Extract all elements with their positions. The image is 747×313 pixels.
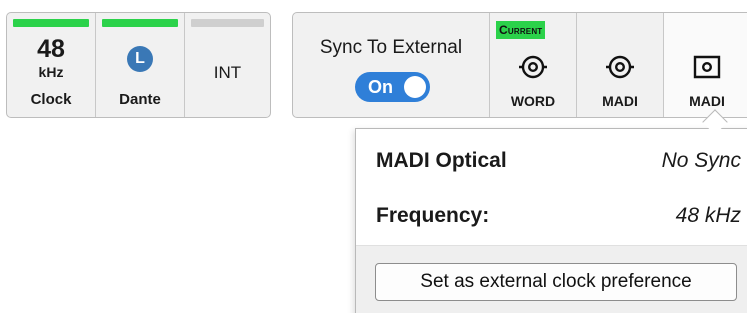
source-info-popover: MADI Optical No Sync Frequency: 48 kHz S… <box>355 128 747 313</box>
external-sync-panel: Sync To External On Current WORD MADI MA… <box>292 12 747 118</box>
set-clock-preference-button[interactable]: Set as external clock preference <box>375 263 737 301</box>
dante-status-bar <box>102 19 178 27</box>
popover-footer: Set as external clock preference <box>356 245 747 313</box>
leader-badge-icon: L <box>127 46 153 72</box>
sync-status-text: No Sync <box>661 149 741 172</box>
source-madi-optical[interactable]: MADI <box>664 13 747 117</box>
dante-label: Dante <box>119 91 161 108</box>
sample-rate-value: 48 <box>37 35 65 63</box>
internal-clock-cell[interactable]: INT <box>185 13 270 117</box>
bnc-connector-icon <box>606 55 634 79</box>
source-madi-coax[interactable]: MADI <box>577 13 664 117</box>
sync-toggle-label: On <box>368 77 393 97</box>
bnc-connector-icon <box>519 55 547 79</box>
sync-to-external-cell: Sync To External On <box>293 13 490 117</box>
popover-title-row: MADI Optical No Sync <box>376 149 741 173</box>
frequency-row: Frequency: 48 kHz <box>376 204 741 228</box>
source-label: MADI <box>689 93 725 109</box>
source-label: WORD <box>510 93 556 109</box>
sync-source-list: Current WORD MADI MADI <box>490 13 747 117</box>
current-badge: Current <box>496 21 546 39</box>
dante-cell[interactable]: L Dante <box>96 13 185 117</box>
clock-cell[interactable]: 48 kHz Clock <box>7 13 96 117</box>
frequency-label: Frequency: <box>376 204 490 227</box>
sample-rate-unit: kHz <box>38 64 64 80</box>
source-label: MADI <box>602 93 638 109</box>
int-status-bar <box>191 19 264 27</box>
popover-title: MADI Optical <box>376 149 507 172</box>
sync-to-external-label: Sync To External <box>319 37 463 58</box>
int-label: INT <box>213 63 242 82</box>
toggle-knob <box>404 76 426 98</box>
clock-status-panel: 48 kHz Clock L Dante INT <box>6 12 271 118</box>
clock-label: Clock <box>30 91 72 108</box>
optical-connector-icon <box>693 55 721 79</box>
source-word[interactable]: Current WORD <box>490 13 577 117</box>
sync-toggle[interactable]: On <box>355 72 430 102</box>
frequency-value: 48 kHz <box>675 204 741 227</box>
clock-status-bar <box>13 19 89 27</box>
